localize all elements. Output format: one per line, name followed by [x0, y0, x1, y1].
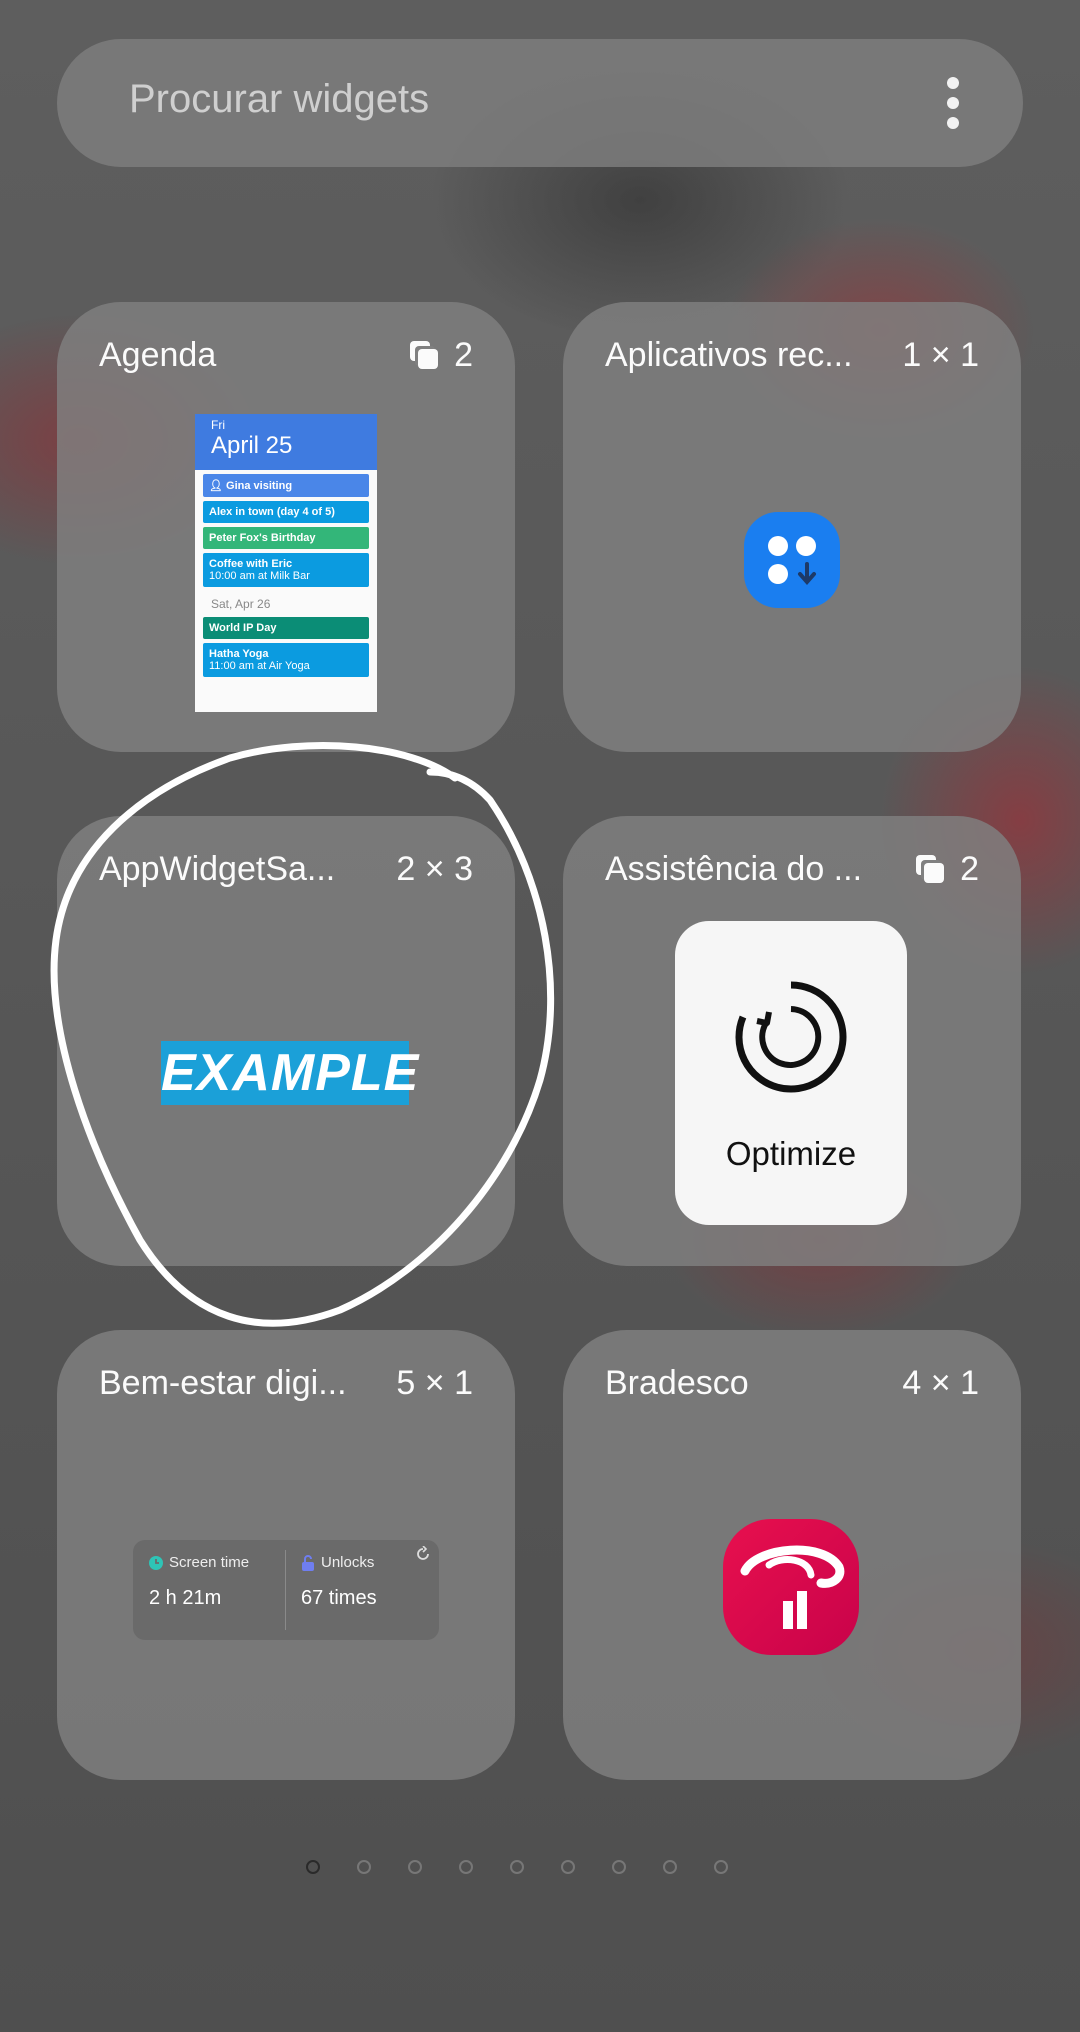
widget-size: 5 × 1 — [396, 1364, 473, 1402]
agenda-day: Fri — [211, 418, 225, 432]
agenda-second-date: Sat, Apr 26 — [211, 597, 271, 611]
unlocks-value: 67 times — [301, 1587, 377, 1609]
stack-icon — [410, 340, 440, 371]
widget-card-digital-wellbeing[interactable]: Bem-estar digi... 5 × 1 Screen time 2 h … — [57, 1330, 515, 1780]
widget-card-device-care[interactable]: Assistência do ... 2 Optimize — [563, 816, 1021, 1266]
widget-card-agenda[interactable]: Agenda 2 Fri April 25 👤︎ Gina visiting A… — [57, 302, 515, 752]
widget-size: 2 × 3 — [396, 850, 473, 888]
page-dot[interactable] — [408, 1860, 422, 1874]
stack-icon — [916, 854, 946, 885]
page-dot[interactable] — [561, 1860, 575, 1874]
widget-card-recent-apps[interactable]: Aplicativos rec... 1 × 1 — [563, 302, 1021, 752]
unlock-icon — [302, 1554, 314, 1571]
usage-preview: Screen time 2 h 21m Unlocks 67 times — [133, 1540, 439, 1640]
bradesco-logo-icon — [723, 1519, 859, 1655]
search-input[interactable]: Procurar widgets — [129, 77, 429, 122]
page-dot[interactable] — [510, 1860, 524, 1874]
page-dot[interactable] — [714, 1860, 728, 1874]
widget-title: Assistência do ... — [605, 850, 863, 888]
page-dot[interactable] — [459, 1860, 473, 1874]
widget-card-appwidgetsample[interactable]: AppWidgetSa... 2 × 3 EXAMPLE — [57, 816, 515, 1266]
optimize-refresh-icon — [735, 981, 847, 1093]
page-dot[interactable] — [663, 1860, 677, 1874]
page-indicator[interactable] — [306, 1860, 728, 1874]
agenda-preview: Fri April 25 👤︎ Gina visiting Alex in to… — [195, 414, 377, 712]
unlocks-label: Unlocks — [321, 1554, 375, 1571]
widget-title: Aplicativos rec... — [605, 336, 853, 374]
widget-card-bradesco[interactable]: Bradesco 4 × 1 — [563, 1330, 1021, 1780]
recent-apps-icon — [744, 512, 840, 608]
widget-title: Bradesco — [605, 1364, 749, 1402]
page-dot[interactable] — [612, 1860, 626, 1874]
optimize-label: Optimize — [725, 1135, 857, 1172]
clock-icon — [149, 1555, 163, 1570]
page-dot[interactable] — [357, 1860, 371, 1874]
widget-size: 4 × 1 — [902, 1364, 979, 1402]
widget-count: 2 — [410, 336, 473, 375]
refresh-icon — [417, 1546, 429, 1560]
page-dot[interactable] — [306, 1860, 320, 1874]
agenda-date: April 25 — [211, 432, 293, 459]
screen-time-label: Screen time — [169, 1554, 250, 1571]
widget-search-bar[interactable]: Procurar widgets — [57, 39, 1023, 167]
widget-size: 1 × 1 — [902, 336, 979, 374]
widget-title: Agenda — [99, 336, 217, 374]
agenda-event: Peter Fox's Birthday — [203, 527, 369, 549]
agenda-event: Alex in town (day 4 of 5) — [203, 501, 369, 523]
more-vert-icon[interactable] — [943, 77, 963, 129]
agenda-event: World IP Day — [203, 617, 369, 639]
agenda-event: Hatha Yoga 11:00 am at Air Yoga — [203, 643, 369, 677]
example-preview: EXAMPLE — [161, 1041, 418, 1105]
widget-title: Bem-estar digi... — [99, 1364, 347, 1402]
widget-title: AppWidgetSa... — [99, 850, 336, 888]
widget-count: 2 — [916, 850, 979, 889]
agenda-event: 👤︎ Gina visiting — [203, 474, 369, 497]
screen-time-value: 2 h 21m — [149, 1587, 222, 1609]
optimize-preview: Optimize — [675, 921, 907, 1225]
agenda-event: Coffee with Eric 10:00 am at Milk Bar — [203, 553, 369, 587]
